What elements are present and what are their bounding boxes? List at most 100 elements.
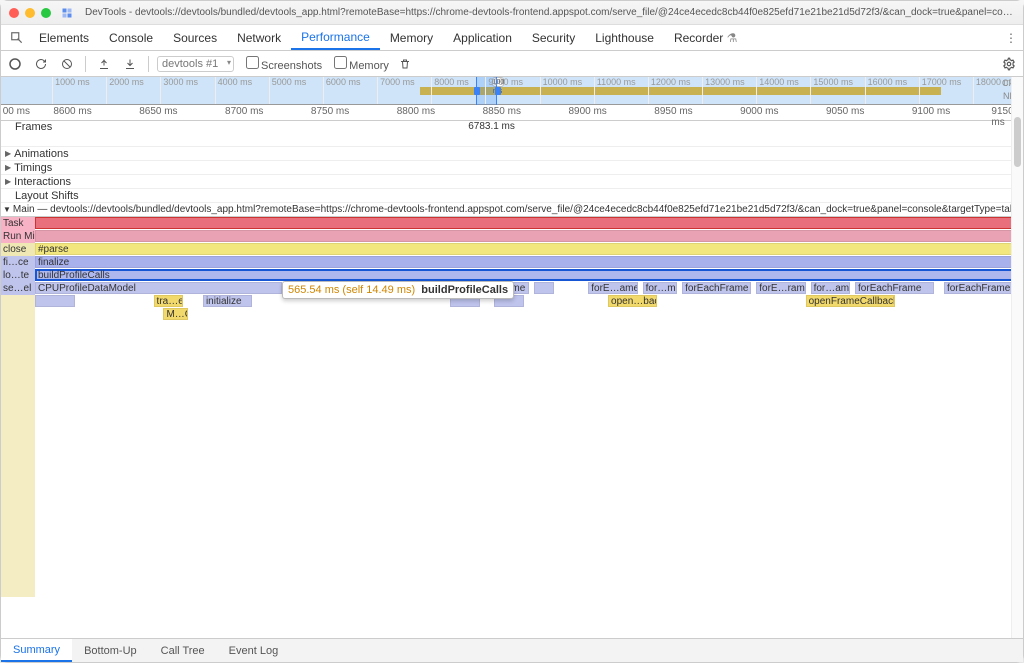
bar-label: finalize <box>38 257 69 268</box>
details-tab-summary[interactable]: Summary <box>1 639 72 662</box>
flame-chart[interactable]: Task Run Microtasks close fi…ce lo…te se… <box>1 217 1023 597</box>
overview-tick: 1000 ms <box>52 77 90 104</box>
tab-application[interactable]: Application <box>443 25 522 50</box>
overview-tick: 7000 ms <box>377 77 415 104</box>
flame-bar[interactable]: forEachFrame <box>682 282 751 294</box>
flame-bar-initialize[interactable]: initialize <box>203 295 252 307</box>
flask-icon: ⚗ <box>727 31 738 45</box>
overview-tick: 6000 ms <box>323 77 361 104</box>
flame-bar[interactable]: for…me <box>643 282 678 294</box>
flame-bar-openframecallback[interactable]: openFrameCallback <box>806 295 895 307</box>
tab-label: Lighthouse <box>595 31 654 45</box>
bar-label: for…ame <box>814 283 851 294</box>
load-profile-button[interactable] <box>94 54 114 74</box>
ruler-tick: 8650 ms <box>139 106 177 117</box>
tab-lighthouse[interactable]: Lighthouse <box>585 25 664 50</box>
bar-label: CPUProfileDataModel <box>38 283 136 294</box>
tab-network[interactable]: Network <box>227 25 291 50</box>
flame-ruler[interactable]: 00 ms 8600 ms 8650 ms 8700 ms 8750 ms 88… <box>1 105 1023 121</box>
chevron-down-icon: ▼ <box>3 205 11 214</box>
capture-settings-icon[interactable] <box>999 54 1019 74</box>
tab-label: Sources <box>173 31 217 45</box>
ruler-tick: 8950 ms <box>654 106 692 117</box>
tab-elements[interactable]: Elements <box>29 25 99 50</box>
frames-track[interactable]: Frames 6783.1 ms <box>1 121 1023 147</box>
flame-bar[interactable] <box>35 295 75 307</box>
details-tab-bottomup[interactable]: Bottom-Up <box>72 639 149 662</box>
tab-sources[interactable]: Sources <box>163 25 227 50</box>
flame-bar[interactable] <box>534 282 554 294</box>
record-button[interactable] <box>5 54 25 74</box>
overview-tick: 12000 ms <box>648 77 691 104</box>
chevron-right-icon: ▶ <box>5 149 11 158</box>
memory-checkbox[interactable]: Memory <box>328 56 389 72</box>
track-main[interactable]: ▼Main — devtools://devtools/bundled/devt… <box>1 203 1023 217</box>
overview-tick: 15000 ms <box>810 77 853 104</box>
chevron-right-icon: ▶ <box>5 163 11 172</box>
screenshots-checkbox[interactable]: Screenshots <box>240 56 322 72</box>
checkbox-label: Screenshots <box>261 60 322 72</box>
gutter-task: Task <box>1 217 35 230</box>
reload-record-button[interactable] <box>31 54 51 74</box>
garbage-collect-button[interactable] <box>395 54 415 74</box>
overview-tick: 3000 ms <box>160 77 198 104</box>
flame-tooltip: 565.54 ms (self 14.49 ms) buildProfileCa… <box>282 281 514 299</box>
details-tab-calltree[interactable]: Call Tree <box>149 639 217 662</box>
inspect-element-icon[interactable] <box>5 25 29 50</box>
track-label: Timings <box>14 162 52 174</box>
bar-label: forEachFrame <box>947 283 1010 294</box>
maximize-window-icon[interactable] <box>41 8 51 18</box>
tab-memory[interactable]: Memory <box>380 25 443 50</box>
profile-select[interactable]: devtools #1 <box>157 56 234 72</box>
flame-bar-cpumodel[interactable]: CPUProfileDataModel <box>35 282 282 294</box>
flame-bar-buildprofilecalls[interactable]: buildProfileCalls <box>35 269 1023 281</box>
overview-tick: 16000 ms <box>865 77 908 104</box>
bar-label: M…C <box>166 309 188 320</box>
vertical-scrollbar[interactable] <box>1011 77 1023 638</box>
flame-bar[interactable]: forE…ame <box>588 282 637 294</box>
ruler-tick: 8800 ms <box>397 106 435 117</box>
devtools-tabbar: Elements Console Sources Network Perform… <box>1 25 1023 51</box>
bar-label: tra…ee <box>157 296 184 307</box>
save-profile-button[interactable] <box>120 54 140 74</box>
flame-bar-parse[interactable]: #parse <box>35 243 1023 255</box>
overview-tick: 17000 ms <box>919 77 962 104</box>
ruler-tick: 8700 ms <box>225 106 263 117</box>
flame-bar[interactable]: forEachFrame <box>855 282 934 294</box>
flame-bar-mc[interactable]: M…C <box>163 308 188 320</box>
overview-timeline[interactable]: 100 ms CPU NET 1000 ms 2000 ms 3000 ms 4… <box>1 77 1023 105</box>
flame-bar-openback[interactable]: open…back <box>608 295 657 307</box>
tab-security[interactable]: Security <box>522 25 585 50</box>
kebab-menu-icon[interactable]: ⋮ <box>999 25 1023 50</box>
selection-handle-left[interactable] <box>474 87 480 95</box>
close-window-icon[interactable] <box>9 8 19 18</box>
tab-label: Summary <box>13 644 60 656</box>
tab-console[interactable]: Console <box>99 25 163 50</box>
tab-label: Console <box>109 31 153 45</box>
flame-bar[interactable]: forE…rame <box>756 282 805 294</box>
details-tab-eventlog[interactable]: Event Log <box>217 639 291 662</box>
overview-tick: 18000 ms <box>973 77 1016 104</box>
flame-bar[interactable]: forEachFrame <box>944 282 1013 294</box>
bar-label: #parse <box>38 244 69 255</box>
track-animations[interactable]: ▶Animations <box>1 147 1023 161</box>
ruler-tick: 9050 ms <box>826 106 864 117</box>
scrollbar-thumb[interactable] <box>1014 117 1021 167</box>
tab-recorder[interactable]: Recorder ⚗ <box>664 25 747 50</box>
flame-bar-traee[interactable]: tra…ee <box>154 295 184 307</box>
tab-label: Application <box>453 31 512 45</box>
bar-label: forE…ame <box>591 283 637 294</box>
track-timings[interactable]: ▶Timings <box>1 161 1023 175</box>
track-interactions[interactable]: ▶Interactions <box>1 175 1023 189</box>
tab-performance[interactable]: Performance <box>291 25 380 50</box>
clear-button[interactable] <box>57 54 77 74</box>
chevron-right-icon: ▶ <box>5 177 11 186</box>
flame-bar[interactable]: for…ame <box>811 282 851 294</box>
flame-bar-finalize[interactable]: finalize <box>35 256 1023 268</box>
tab-label: Network <box>237 31 281 45</box>
minimize-window-icon[interactable] <box>25 8 35 18</box>
track-layout-shifts[interactable]: Layout Shifts <box>1 189 1023 203</box>
overview-tick: 2000 ms <box>106 77 144 104</box>
bar-label: buildProfileCalls <box>38 270 110 281</box>
bar-label: for…me <box>646 283 678 294</box>
